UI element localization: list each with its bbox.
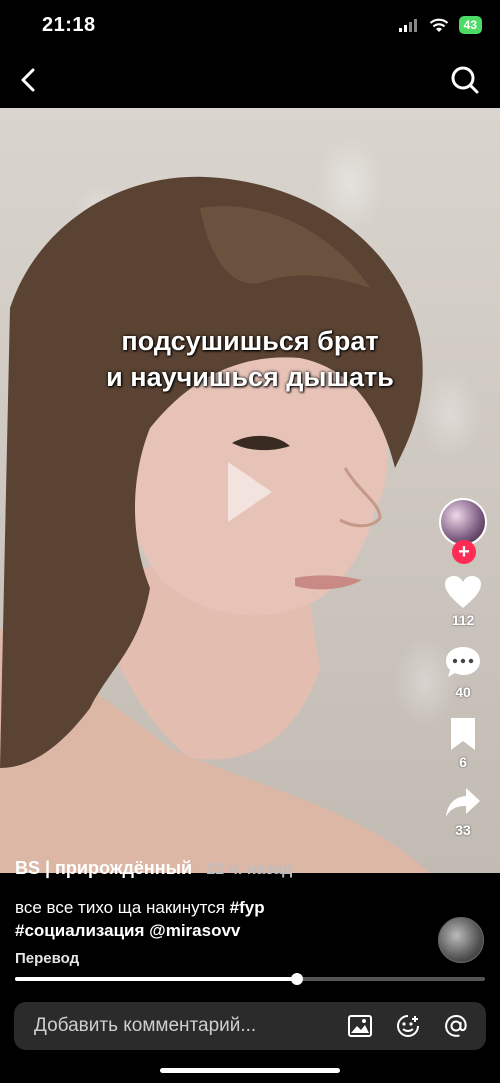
status-icons: 43	[398, 16, 482, 34]
comment-button[interactable]: 40	[443, 644, 483, 700]
post-time-ago: · 22 ч. назад	[192, 861, 293, 878]
post-author-line: BS | прирождённый · 22 ч. назад	[15, 858, 292, 879]
emoji-icon[interactable]	[395, 1013, 421, 1039]
hashtag-fyp[interactable]: #fyp	[230, 898, 265, 917]
comment-icon	[446, 647, 480, 677]
share-icon	[446, 788, 480, 817]
mention-icon[interactable]	[443, 1013, 469, 1039]
status-time: 21:18	[42, 14, 96, 36]
progress-knob[interactable]	[291, 973, 303, 985]
action-rail: + 112 40 6 33	[438, 498, 488, 838]
bookmark-icon	[451, 718, 475, 750]
share-button[interactable]: 33	[444, 786, 482, 838]
wifi-icon	[429, 18, 448, 32]
video-player[interactable]: подсушишься брат и научишься дышать	[0, 108, 500, 873]
video-caption-line-2: и научишься дышать	[106, 362, 394, 392]
battery-indicator: 43	[458, 16, 482, 34]
post-caption: все все тихо ща накинутся #fyp #социализ…	[15, 896, 415, 942]
save-button[interactable]: 6	[448, 716, 478, 770]
signal-icon	[398, 19, 417, 32]
save-count: 6	[459, 754, 467, 770]
creator-avatar[interactable]	[439, 498, 487, 546]
comment-input[interactable]: Добавить комментарий...	[34, 1015, 256, 1037]
sound-avatar[interactable]	[438, 917, 484, 963]
top-nav	[0, 52, 500, 108]
image-icon[interactable]	[347, 1013, 373, 1039]
play-icon[interactable]	[222, 458, 276, 526]
follow-plus-icon[interactable]: +	[452, 540, 476, 564]
translate-link[interactable]: Перевод	[15, 950, 79, 967]
search-icon[interactable]	[450, 64, 480, 96]
video-caption-line-1: подсушишься брат	[121, 326, 379, 356]
playback-progress[interactable]	[15, 973, 485, 985]
heart-icon	[445, 576, 481, 608]
back-icon[interactable]	[14, 64, 42, 96]
like-button[interactable]: 112	[443, 574, 483, 628]
mention-link[interactable]: @mirasovv	[149, 921, 240, 940]
share-count: 33	[455, 822, 471, 838]
status-bar: 21:18 43	[0, 0, 500, 50]
caption-text: все все тихо ща накинутся	[15, 898, 230, 917]
home-indicator	[160, 1068, 340, 1073]
comment-count: 40	[455, 684, 471, 700]
progress-fill	[15, 977, 297, 981]
hashtag-socialization[interactable]: #социализация	[15, 921, 144, 940]
creator-avatar-wrap[interactable]: +	[439, 498, 487, 564]
comment-bar[interactable]: Добавить комментарий...	[14, 1002, 486, 1050]
author-username[interactable]: BS | прирождённый	[15, 858, 192, 878]
like-count: 112	[451, 612, 475, 628]
